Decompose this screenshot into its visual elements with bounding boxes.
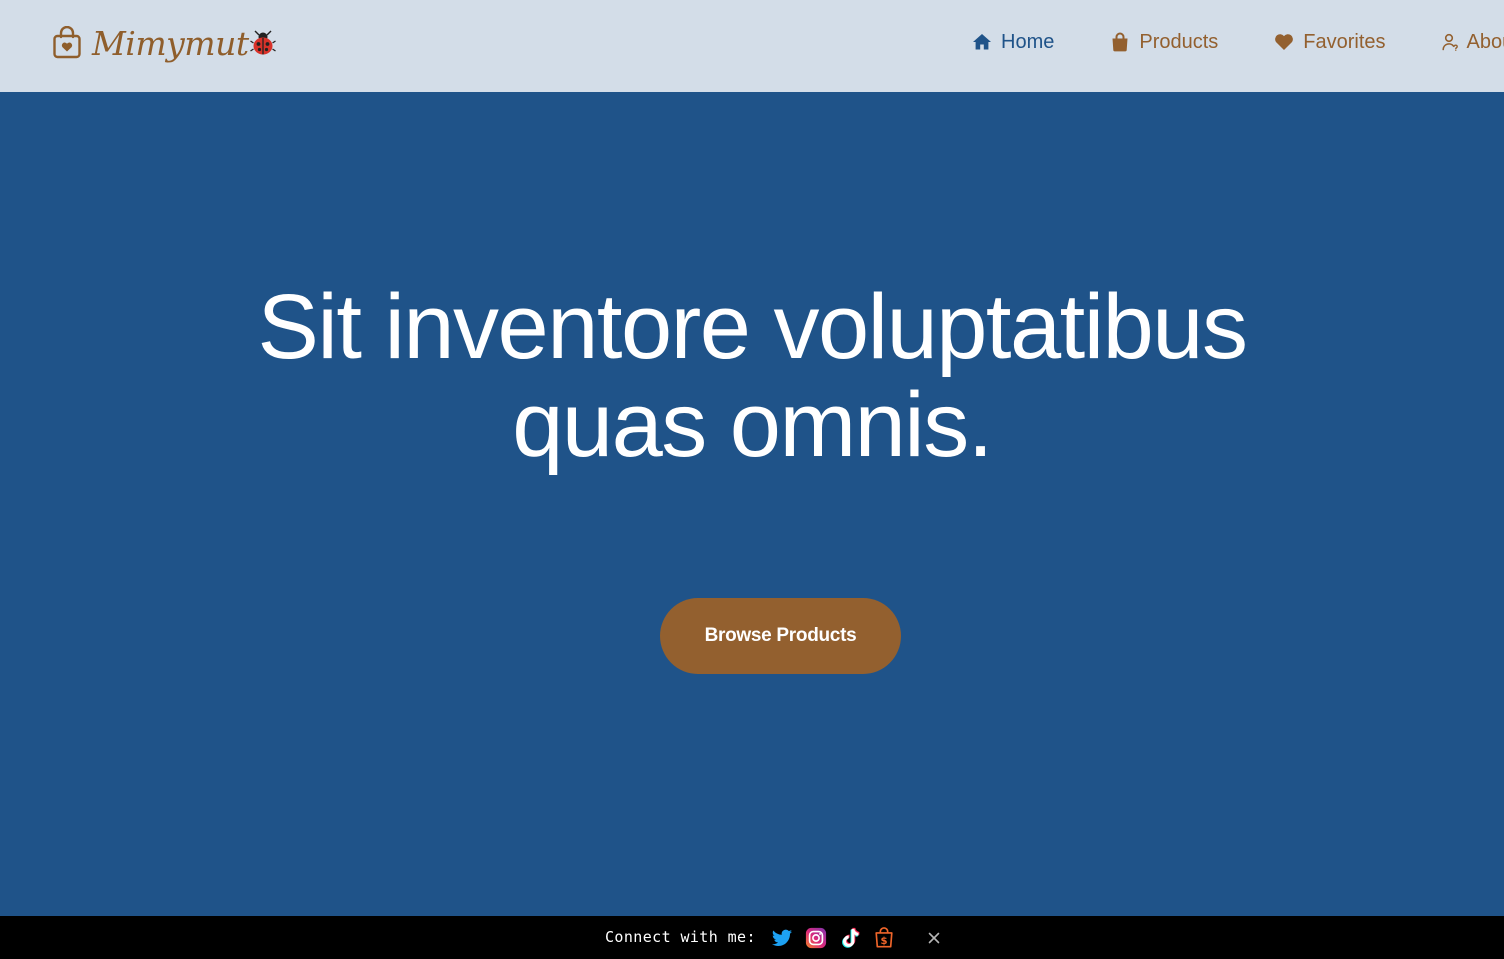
nav-item-home[interactable]: Home <box>972 31 1054 54</box>
nav-item-favorites[interactable]: Favorites <box>1274 30 1386 54</box>
shopify-link[interactable]: $ <box>873 927 895 949</box>
nav-item-products[interactable]: Products <box>1110 31 1218 54</box>
connect-bar: Connect with me: $ <box>0 916 1504 959</box>
nav-label-home: Home <box>1001 30 1055 53</box>
connect-label: Connect with me: <box>605 928 756 946</box>
top-navbar: Mimymut Home Products Favorites Abo <box>0 0 1504 92</box>
nav-item-about[interactable]: About <box>1441 30 1504 54</box>
svg-text:$: $ <box>880 936 887 947</box>
shopping-bag-icon <box>1112 32 1128 52</box>
twitter-link[interactable] <box>771 927 793 949</box>
instagram-link[interactable] <box>805 927 827 949</box>
hero-title: Sit inventore voluptatibus quas omnis. <box>0 278 1504 474</box>
nav-label-about: About <box>1466 30 1504 53</box>
nav-label-favorites: Favorites <box>1303 30 1386 53</box>
browse-products-button[interactable]: Browse Products <box>660 598 901 674</box>
shopping-bag-heart-icon <box>53 26 81 59</box>
twitter-icon <box>771 929 793 946</box>
brand-logo[interactable]: Mimymut <box>52 18 276 68</box>
main-nav: Home Products Favorites About <box>972 0 1504 84</box>
home-icon <box>973 34 991 50</box>
close-connect-bar-button[interactable] <box>924 928 944 948</box>
hero-title-line-1: Sit inventore voluptatibus <box>257 276 1248 378</box>
tiktok-icon <box>842 927 860 948</box>
close-icon <box>928 932 940 944</box>
heart-icon <box>1275 34 1294 50</box>
user-icon <box>1441 33 1458 51</box>
ladybug-icon <box>249 30 276 55</box>
tiktok-link[interactable] <box>839 927 861 949</box>
hero-title-line-2: quas omnis. <box>512 374 993 476</box>
brand-name: Mimymut <box>92 23 249 63</box>
shopify-icon: $ <box>875 927 893 948</box>
instagram-icon <box>805 927 827 949</box>
nav-label-products: Products <box>1139 30 1219 53</box>
